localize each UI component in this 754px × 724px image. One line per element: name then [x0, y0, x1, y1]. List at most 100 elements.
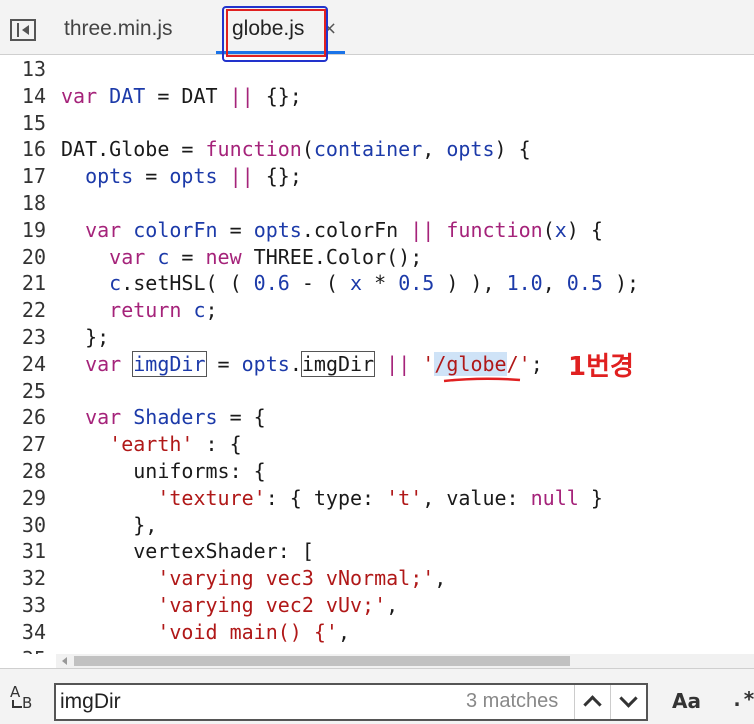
line-number: 13 [21, 57, 46, 81]
code-text: 'void main() {', [61, 619, 350, 646]
code-line: 26 var Shaders = { [0, 404, 754, 431]
code-line: 20 var c = new THREE.Color(); [0, 244, 754, 271]
line-number: 34 [21, 619, 46, 644]
horizontal-scrollbar[interactable] [56, 654, 754, 668]
line-number: 31 [21, 539, 46, 564]
code-token: 'earth' [109, 432, 194, 457]
search-input[interactable] [60, 687, 440, 717]
code-token: container [313, 137, 423, 162]
code-token: colorFn [133, 217, 218, 242]
sidebar-toggle-icon[interactable] [10, 19, 36, 41]
code-token: , [434, 566, 447, 591]
code-text: var Shaders = { [61, 404, 266, 431]
code-token: } [578, 485, 603, 510]
chevron-down-icon [619, 689, 638, 708]
code-token: || [229, 83, 254, 108]
sidebar-toggle-arrow [22, 25, 29, 35]
code-token: ) { [566, 217, 603, 242]
code-token: opts [241, 351, 290, 376]
search-box: 3 matches [54, 683, 648, 721]
previous-match-button[interactable] [574, 685, 610, 719]
code-token: opts [446, 137, 495, 162]
code-token: opts [85, 164, 134, 189]
match-case-button[interactable]: Aa [672, 689, 701, 713]
code-token: = [217, 217, 254, 242]
tab-three-min-js[interactable]: three.min.js [64, 14, 173, 44]
scroll-left-icon[interactable] [62, 657, 67, 665]
code-token: , [422, 137, 447, 162]
code-text: }, [61, 512, 157, 539]
code-token: imgDir [300, 350, 376, 377]
code-line: 17 opts = opts || {}; [0, 163, 754, 190]
code-line: 32 'varying vec3 vNormal;', [0, 565, 754, 592]
code-token: var [85, 217, 122, 242]
code-token: , [542, 271, 567, 296]
line-number: 28 [21, 459, 46, 483]
code-text: var c = new THREE.Color(); [61, 244, 422, 271]
code-line: 22 return c; [0, 297, 754, 324]
regex-button[interactable]: .* [731, 687, 754, 711]
code-line: 16 DAT.Globe = function(container, opts) … [0, 136, 754, 163]
code-token: THREE.Color(); [241, 244, 423, 269]
code-token: vertexShader: [ [61, 539, 314, 564]
code-token: imgDir [132, 350, 207, 377]
code-text: vertexShader: [ [61, 538, 314, 565]
code-line: 23 }; [0, 324, 754, 351]
code-line: 35 [0, 646, 754, 654]
code-text: var DAT = DAT || {}; [61, 83, 302, 110]
code-token: : { [193, 432, 242, 457]
code-token: function [446, 217, 543, 242]
code-text: var imgDir = opts.imgDir || '/globe/'; [61, 350, 543, 378]
code-token: /globe [434, 351, 507, 376]
code-token: opts [253, 217, 302, 242]
code-token: . [289, 351, 302, 376]
code-line: 13 [0, 56, 754, 83]
code-token: 0.6 [253, 271, 290, 296]
code-token: 0.5 [398, 271, 435, 296]
line-number: 32 [21, 566, 46, 591]
code-text: 'varying vec3 vNormal;', [61, 565, 446, 592]
code-token: ( [542, 217, 555, 242]
next-match-button[interactable] [610, 685, 646, 719]
match-count: 3 matches [466, 690, 559, 712]
code-token: {}; [253, 83, 302, 108]
code-line: 28 uniforms: { [0, 458, 754, 485]
code-line: 15 [0, 110, 754, 137]
code-token: return [109, 298, 182, 323]
code-token: }; [61, 325, 110, 349]
code-line: 31 vertexShader: [ [0, 538, 754, 565]
case-icon-a: A [10, 683, 21, 701]
line-number: 23 [21, 325, 46, 349]
code-token: function [205, 137, 302, 162]
code-text: c.setHSL( ( 0.6 - ( x * 0.5 ) ), 1.0, 0.… [61, 270, 639, 297]
case-icon-b: B [22, 694, 33, 712]
line-number: 24 [21, 351, 46, 376]
tab-bar: three.min.js globe.js × [0, 0, 754, 62]
code-editor[interactable]: 13 14 var DAT = DAT || {}; 15 16 DAT.Globe = … [0, 56, 754, 654]
code-token: * [362, 271, 399, 296]
line-number: 21 [21, 271, 46, 296]
code-token: 1.0 [506, 271, 543, 296]
code-token: = [133, 164, 170, 189]
scrollbar-thumb[interactable] [74, 656, 570, 666]
line-number: 29 [21, 485, 46, 510]
line-number: 33 [21, 593, 46, 617]
case-sensitive-icon[interactable]: A B [8, 683, 40, 713]
code-text: 'varying vec2 vUv;', [61, 592, 398, 619]
line-number: 25 [21, 378, 46, 403]
line-number: 27 [21, 432, 46, 457]
code-token: new [205, 244, 242, 269]
code-token: 't' [386, 485, 423, 510]
code-token: null [530, 485, 579, 510]
code-token: : { type: [265, 485, 387, 510]
code-token: }, [61, 512, 158, 537]
